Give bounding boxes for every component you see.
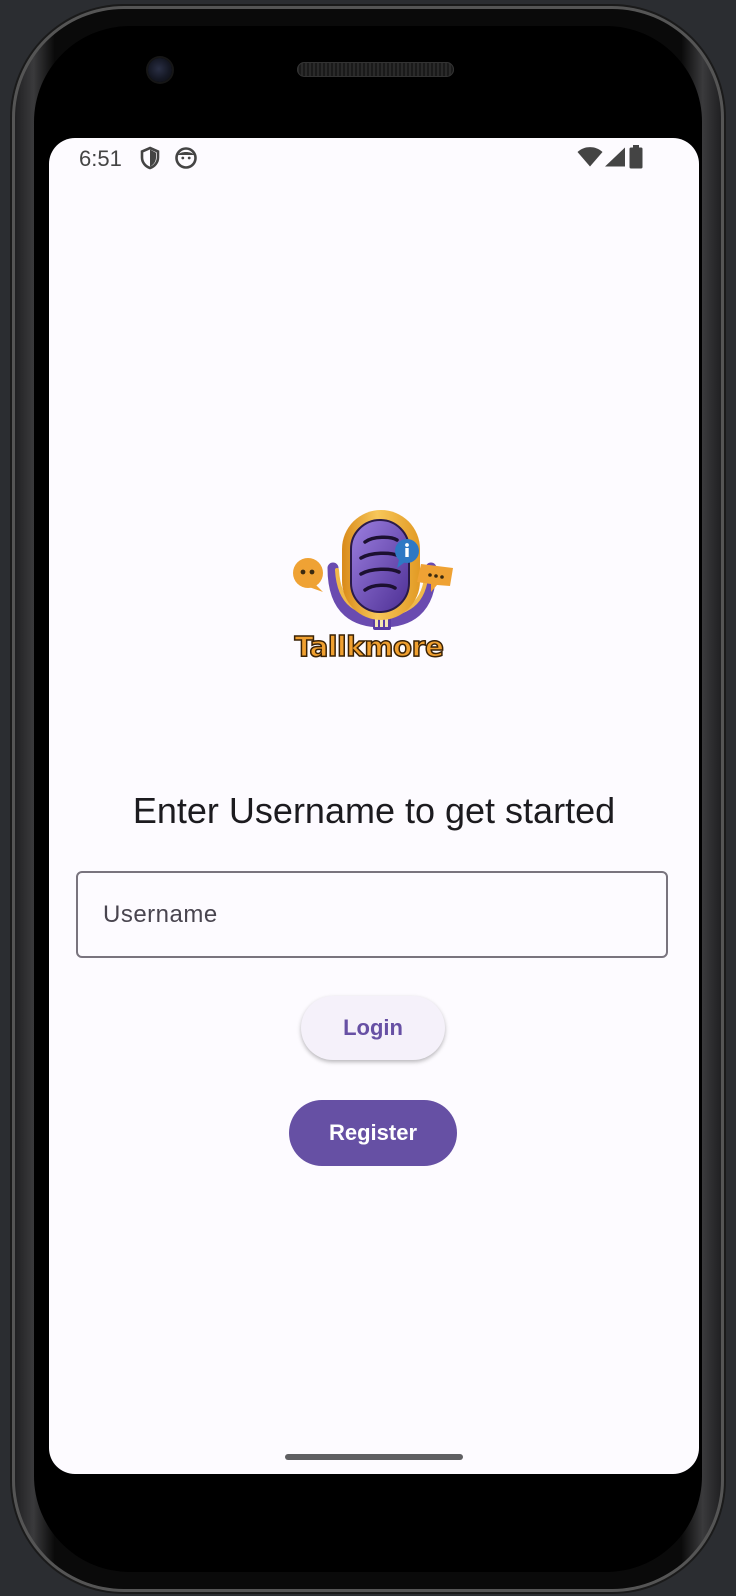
logo-wordmark: Tallkmore <box>294 629 445 664</box>
username-field[interactable] <box>76 871 668 958</box>
shield-icon <box>139 146 161 175</box>
front-camera <box>148 58 172 82</box>
app-face-icon <box>174 146 198 175</box>
register-button[interactable]: Register <box>289 1100 457 1166</box>
page-heading: Enter Username to get started <box>132 790 616 831</box>
username-input[interactable] <box>78 873 666 956</box>
status-bar: 6:51 <box>49 138 699 178</box>
wifi-icon <box>577 147 603 172</box>
app-logo: Tallkmore <box>293 506 473 676</box>
battery-icon <box>629 145 643 174</box>
home-indicator[interactable] <box>285 1454 463 1460</box>
earpiece-speaker <box>297 62 454 77</box>
login-button[interactable]: Login <box>301 996 445 1060</box>
app-screen: 6:51 Tallkmore Enter Username to get sta… <box>49 138 699 1474</box>
status-time: 6:51 <box>79 146 122 171</box>
cellular-signal-icon <box>604 147 626 172</box>
